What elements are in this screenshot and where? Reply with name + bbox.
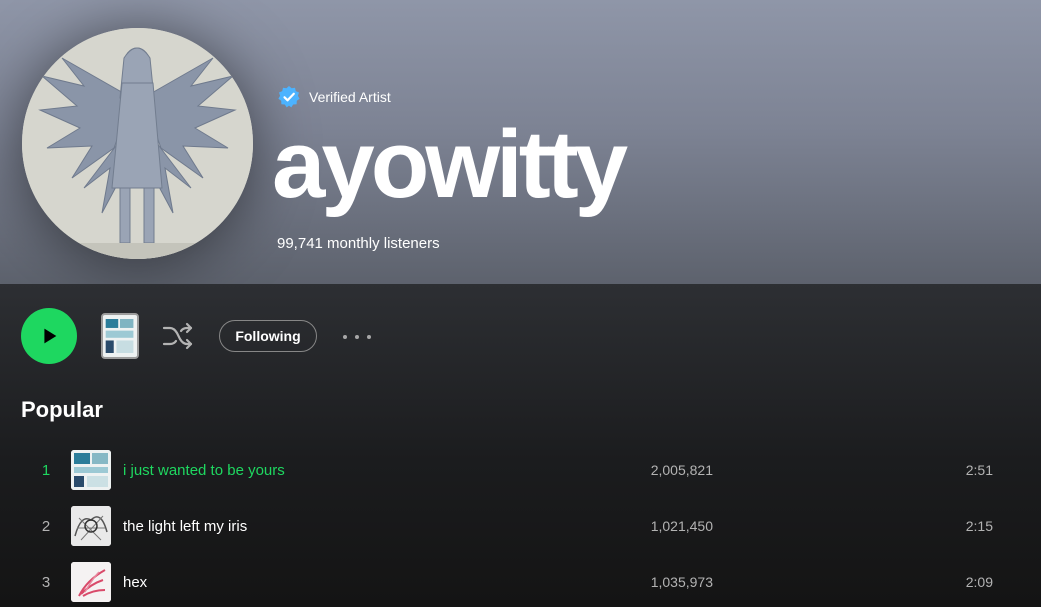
more-dot xyxy=(343,335,347,339)
track-duration: 2:51 xyxy=(965,462,993,478)
more-options-icon[interactable] xyxy=(343,325,371,349)
track-cover-image xyxy=(71,450,111,490)
shuffle-icon[interactable] xyxy=(162,321,194,351)
track-number: 2 xyxy=(41,517,51,535)
verified-artist: Verified Artist xyxy=(277,85,391,109)
track-cover-image xyxy=(71,506,111,546)
artist-name: ayowitty xyxy=(272,111,628,218)
track-number: 3 xyxy=(41,573,51,591)
follow-button[interactable]: Following xyxy=(219,320,317,352)
play-icon xyxy=(44,328,57,344)
more-dot xyxy=(367,335,371,339)
popular-track-list: 1 i just wanted to be yours 2,005,821 2:… xyxy=(21,442,1021,607)
track-duration: 2:09 xyxy=(965,574,993,590)
track-plays: 2,005,821 xyxy=(650,462,713,478)
track-cover xyxy=(71,450,111,490)
popular-heading: Popular xyxy=(21,397,103,422)
track-title[interactable]: i just wanted to be yours xyxy=(123,462,285,479)
cover-art-image xyxy=(103,315,137,357)
action-bar: Following xyxy=(21,308,521,364)
track-row[interactable]: 1 i just wanted to be yours 2,005,821 2:… xyxy=(21,442,1021,498)
artist-pick-cover[interactable] xyxy=(101,313,139,359)
track-cover xyxy=(71,562,111,602)
verified-badge-icon xyxy=(278,86,300,108)
track-duration: 2:15 xyxy=(965,518,993,534)
track-cover xyxy=(71,506,111,546)
track-number: 1 xyxy=(41,461,51,479)
verified-label: Verified Artist xyxy=(309,89,391,105)
track-plays: 1,035,973 xyxy=(650,574,713,590)
track-row[interactable]: 3 hex 1,035,973 2:09 xyxy=(21,554,1021,607)
play-button[interactable] xyxy=(21,308,77,364)
artist-avatar-image xyxy=(22,28,253,259)
track-row[interactable]: 2 the light left my iris 1,021,450 2:15 xyxy=(21,498,1021,554)
track-title[interactable]: hex xyxy=(123,574,147,591)
artist-header: Verified Artist ayowitty 99,741 monthly … xyxy=(0,0,1041,284)
more-dot xyxy=(355,335,359,339)
track-plays: 1,021,450 xyxy=(650,518,713,534)
artist-avatar xyxy=(22,28,253,259)
monthly-listeners: 99,741 monthly listeners xyxy=(277,235,440,252)
track-title[interactable]: the light left my iris xyxy=(123,518,247,535)
track-cover-image xyxy=(71,562,111,602)
